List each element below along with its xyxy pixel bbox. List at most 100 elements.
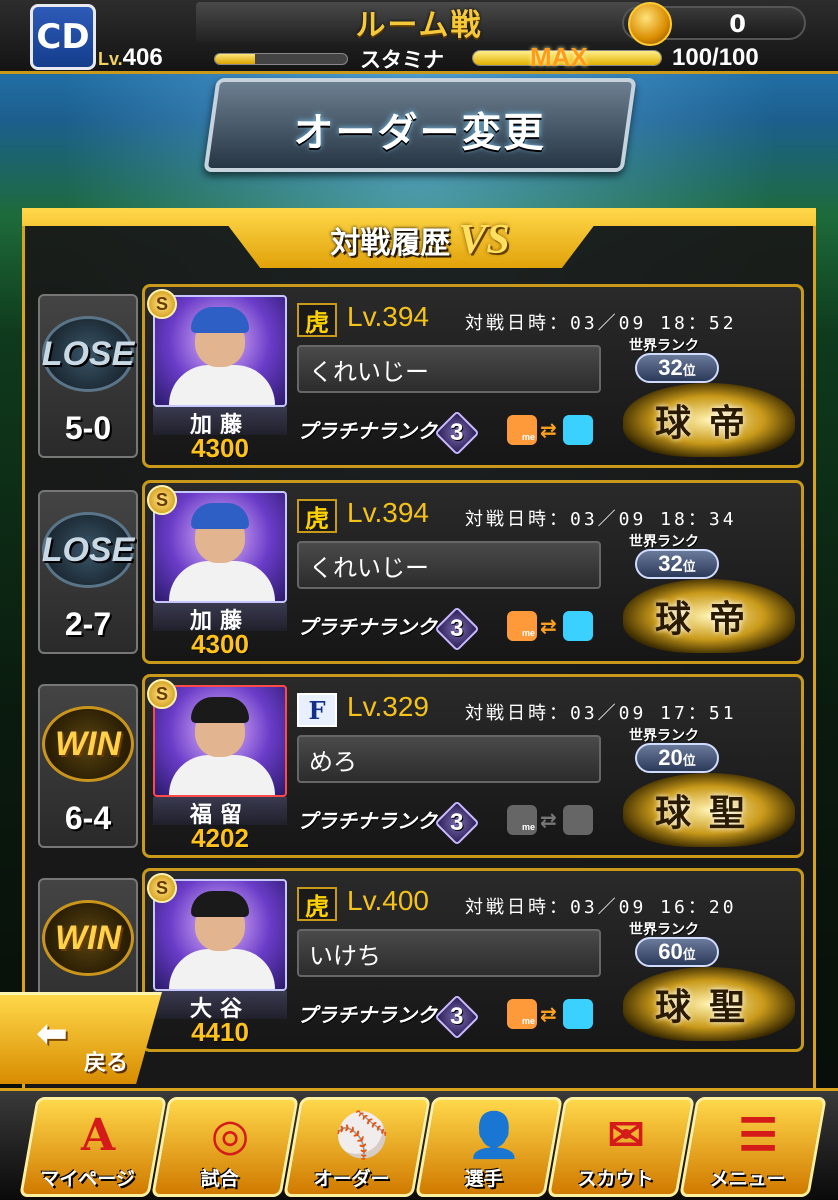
friend-follow-icon[interactable]: me ⇄: [507, 805, 597, 839]
nav-item-3[interactable]: 👤 選手: [415, 1097, 563, 1197]
bottom-nav: A マイページ ◎ 試合 ⚾ オーダー 👤 選手 ✉ スカウト ☰ メニュー: [0, 1088, 838, 1200]
exchange-arrows-icon: ⇄: [540, 1002, 557, 1026]
title-emblem-icon: 球聖: [623, 773, 795, 847]
world-rank-suffix: 位: [682, 947, 696, 962]
result-box: LOSE 5-0: [38, 294, 138, 458]
opponent-team-icon: F: [297, 693, 337, 727]
nav-item-4[interactable]: ✉ スカウト: [547, 1097, 695, 1197]
stamina-label: スタミナ: [360, 48, 444, 72]
me-icon: me: [507, 999, 537, 1029]
world-rank-label: 世界ランク: [629, 922, 699, 938]
player-power: 4410: [191, 1017, 249, 1047]
currency-counter[interactable]: 0: [622, 2, 806, 46]
match-card[interactable]: S 大谷 4410 虎 Lv.400 対戦日時：03／09 16：20 いけち …: [142, 868, 804, 1052]
rank-class: プラチナランク 3: [297, 799, 480, 846]
exp-bar: [214, 53, 348, 65]
stamina-value: 100/100: [672, 44, 759, 71]
friend-follow-icon[interactable]: me ⇄: [507, 611, 597, 645]
match-datetime: 対戦日時：03／09 17：51: [465, 703, 737, 724]
match-score: 6-4: [64, 800, 112, 836]
player-uniform: [169, 949, 275, 989]
match-row[interactable]: WIN S 大谷 4410 虎 Lv.400 対戦日時：03／09 16：20 …: [38, 868, 804, 1052]
scout-icon: ✉: [607, 1109, 645, 1161]
friend-follow-icon[interactable]: me ⇄: [507, 999, 597, 1033]
player-power: 4300: [191, 629, 249, 659]
opponent-level: Lv.394: [347, 301, 429, 332]
exp-bar-fill: [215, 54, 255, 64]
player-uniform: [169, 755, 275, 795]
player-name: 大谷: [153, 991, 287, 1022]
exchange-arrows-icon: ⇄: [540, 614, 557, 638]
player-card[interactable]: S 福留 4202: [147, 679, 287, 853]
opponent-name: くれいじー: [297, 541, 601, 589]
s-rank-icon: S: [147, 679, 177, 709]
rank-class-badge-icon: 3: [434, 409, 480, 456]
title-emblem: 世界ランク 60位 球聖: [615, 919, 801, 1045]
match-card[interactable]: S 加藤 4300 虎 Lv.394 対戦日時：03／09 18：52 くれいじ…: [142, 284, 804, 468]
player-power: 4300: [191, 433, 249, 463]
match-datetime: 対戦日時：03／09 18：34: [465, 509, 737, 530]
rank-class-badge-icon: 3: [434, 605, 480, 652]
s-rank-icon: S: [147, 873, 177, 903]
mode-title-plate: ルーム戦: [196, 2, 642, 43]
player-uniform: [169, 365, 275, 405]
nav-item-1[interactable]: ◎ 試合: [151, 1097, 299, 1197]
player-name: 加藤: [153, 407, 287, 438]
nav-item-2[interactable]: ⚾ オーダー: [283, 1097, 431, 1197]
player-status: Lv.406 スタミナ MAX 100/100: [98, 42, 798, 72]
nav-item-5[interactable]: ☰ メニュー: [679, 1097, 827, 1197]
rank-class-badge-icon: 3: [434, 799, 480, 846]
rank-class-label: プラチナランク: [297, 419, 437, 443]
world-rank-value: 60: [658, 939, 683, 964]
world-rank-badge: 32位: [635, 353, 719, 383]
rank-class-number: 3: [450, 808, 464, 836]
rank-class-label: プラチナランク: [297, 1003, 437, 1027]
title-emblem: 世界ランク 32位 球帝: [615, 335, 801, 461]
title-emblem: 世界ランク 20位 球聖: [615, 725, 801, 851]
back-button[interactable]: ⬅ 戻る: [0, 992, 162, 1084]
match-card[interactable]: S 福留 4202 F Lv.329 対戦日時：03／09 17：51 めろ プ…: [142, 674, 804, 858]
nav-item-0[interactable]: A マイページ: [19, 1097, 167, 1197]
match-card[interactable]: S 加藤 4300 虎 Lv.394 対戦日時：03／09 18：34 くれいじ…: [142, 480, 804, 664]
opponent-name: めろ: [297, 735, 601, 783]
nav-label: 選手: [464, 1168, 503, 1190]
nav-label: マイページ: [40, 1168, 135, 1190]
opponent-level: Lv.400: [347, 885, 429, 916]
match-datetime: 対戦日時：03／09 18：52: [465, 313, 737, 334]
order-change-button[interactable]: オーダー変更: [203, 78, 637, 172]
match-row[interactable]: LOSE 2-7 S 加藤 4300 虎 Lv.394 対戦日時：03／09 1…: [38, 480, 804, 664]
opponent-team-icon: 虎: [297, 499, 337, 533]
opponent-level: Lv.329: [347, 691, 429, 722]
world-rank-badge: 20位: [635, 743, 719, 773]
friend-follow-icon[interactable]: me ⇄: [507, 415, 597, 449]
player-name: 加藤: [153, 603, 287, 634]
opponent-face-icon: [563, 415, 593, 445]
menu-icon: ☰: [738, 1109, 778, 1161]
player-card[interactable]: S 加藤 4300: [147, 289, 287, 463]
rank-class: プラチナランク 3: [297, 993, 480, 1040]
team-logo-icon[interactable]: CD: [30, 4, 96, 70]
match-row[interactable]: LOSE 5-0 S 加藤 4300 虎 Lv.394 対戦日時：03／09 1…: [38, 284, 804, 468]
world-rank-badge: 32位: [635, 549, 719, 579]
player-card[interactable]: S 加藤 4300: [147, 485, 287, 659]
order-change-label: オーダー変更: [293, 110, 546, 156]
opponent-name: くれいじー: [297, 345, 601, 393]
mode-title: ルーム戦: [355, 8, 483, 43]
win-badge-icon: WIN: [42, 706, 134, 782]
battle-history-title: 対戦履歴 VS: [290, 216, 550, 264]
player-card[interactable]: S 大谷 4410: [147, 873, 287, 1047]
lose-badge-icon: LOSE: [42, 512, 134, 588]
exchange-arrows-icon: ⇄: [540, 808, 557, 832]
opponent-name: いけち: [297, 929, 601, 977]
coin-icon: [628, 2, 672, 46]
result-box: LOSE 2-7: [38, 490, 138, 654]
player-level: Lv.406: [98, 44, 163, 72]
win-badge-icon: WIN: [42, 900, 134, 976]
s-rank-icon: S: [147, 485, 177, 515]
me-icon: me: [507, 611, 537, 641]
rank-class-badge-icon: 3: [434, 993, 480, 1040]
rank-class: プラチナランク 3: [297, 409, 480, 456]
match-row[interactable]: WIN 6-4 S 福留 4202 F Lv.329 対戦日時：03／09 17…: [38, 674, 804, 858]
world-rank-label: 世界ランク: [629, 534, 699, 550]
world-rank-value: 32: [658, 551, 683, 576]
